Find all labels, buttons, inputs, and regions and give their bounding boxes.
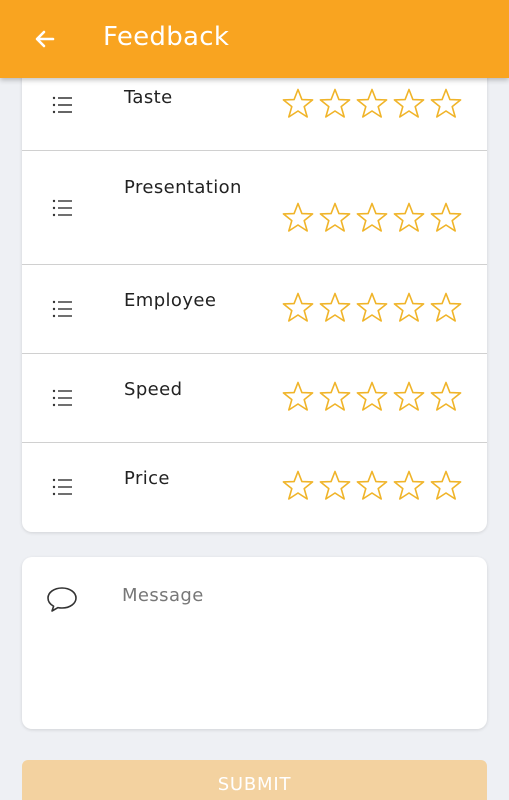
star-outline-icon[interactable] xyxy=(281,291,315,325)
rating-label-speed: Speed xyxy=(124,379,183,400)
rating-row-presentation: Presentation xyxy=(22,151,487,265)
star-outline-icon[interactable] xyxy=(429,291,463,325)
list-icon xyxy=(52,389,72,407)
list-icon xyxy=(52,96,72,114)
star-outline-icon[interactable] xyxy=(392,87,426,121)
feedback-screen: Feedback Taste Presentation Employee Spe… xyxy=(0,0,509,800)
star-outline-icon[interactable] xyxy=(392,201,426,235)
star-outline-icon[interactable] xyxy=(355,469,389,503)
list-icon xyxy=(52,300,72,318)
speech-bubble-icon xyxy=(47,587,77,612)
rating-label-price: Price xyxy=(124,468,170,489)
list-icon xyxy=(52,199,72,217)
star-outline-icon[interactable] xyxy=(281,469,315,503)
page-title: Feedback xyxy=(103,22,230,52)
ratings-card: Taste Presentation Employee Speed Price xyxy=(22,60,487,532)
rating-row-employee: Employee xyxy=(22,265,487,354)
star-outline-icon[interactable] xyxy=(281,201,315,235)
star-outline-icon[interactable] xyxy=(429,87,463,121)
app-bar: Feedback xyxy=(0,0,509,78)
star-outline-icon[interactable] xyxy=(392,469,426,503)
rating-label-presentation: Presentation xyxy=(124,177,242,198)
star-outline-icon[interactable] xyxy=(318,201,352,235)
rating-label-taste: Taste xyxy=(124,87,173,108)
star-outline-icon[interactable] xyxy=(318,380,352,414)
star-outline-icon[interactable] xyxy=(355,380,389,414)
star-outline-icon[interactable] xyxy=(429,201,463,235)
star-outline-icon[interactable] xyxy=(392,291,426,325)
star-rating-employee[interactable] xyxy=(281,291,463,325)
star-outline-icon[interactable] xyxy=(392,380,426,414)
star-rating-presentation[interactable] xyxy=(281,201,463,235)
star-outline-icon[interactable] xyxy=(281,87,315,121)
star-rating-speed[interactable] xyxy=(281,380,463,414)
message-field[interactable] xyxy=(122,585,462,705)
star-outline-icon[interactable] xyxy=(429,380,463,414)
rating-row-price: Price xyxy=(22,443,487,532)
rating-label-employee: Employee xyxy=(124,290,217,311)
back-button[interactable] xyxy=(30,24,60,54)
star-rating-taste[interactable] xyxy=(281,87,463,121)
message-card xyxy=(22,557,487,729)
star-outline-icon[interactable] xyxy=(318,469,352,503)
arrow-left-icon xyxy=(35,30,55,48)
star-rating-price[interactable] xyxy=(281,469,463,503)
star-outline-icon[interactable] xyxy=(281,380,315,414)
submit-button[interactable]: SUBMIT xyxy=(22,760,487,800)
star-outline-icon[interactable] xyxy=(355,201,389,235)
star-outline-icon[interactable] xyxy=(355,87,389,121)
star-outline-icon[interactable] xyxy=(318,87,352,121)
list-icon xyxy=(52,478,72,496)
star-outline-icon[interactable] xyxy=(318,291,352,325)
star-outline-icon[interactable] xyxy=(355,291,389,325)
star-outline-icon[interactable] xyxy=(429,469,463,503)
rating-row-speed: Speed xyxy=(22,354,487,443)
